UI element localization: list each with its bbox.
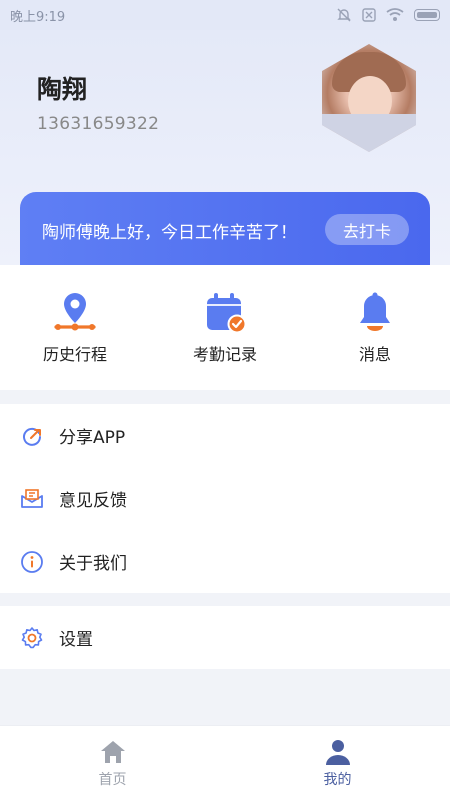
menu-item-label: 分享APP — [59, 428, 126, 448]
menu-item-settings[interactable]: 设置 — [0, 606, 450, 669]
avatar[interactable] — [322, 44, 416, 152]
user-name: 陶翔 — [37, 75, 88, 104]
home-icon — [100, 741, 125, 763]
checkin-button[interactable]: 去打卡 — [325, 214, 409, 245]
menu-group-settings: 设置 — [0, 606, 450, 669]
bottom-tab-bar: 首页 我的 — [0, 725, 450, 800]
quick-actions-panel: 历史行程 考勤记录 消息 — [0, 265, 450, 390]
quick-action-messages[interactable]: 消息 — [300, 265, 450, 390]
tab-label: 我的 — [323, 772, 352, 788]
tab-label: 首页 — [98, 772, 127, 788]
bell-icon — [360, 292, 390, 331]
battery-icon — [414, 9, 440, 21]
user-phone: 13631659322 — [37, 114, 160, 134]
tab-home[interactable]: 首页 — [0, 726, 225, 800]
quick-action-history-trip[interactable]: 历史行程 — [0, 265, 150, 390]
status-bar: 晚上9:19 — [0, 0, 450, 30]
status-icons — [336, 7, 440, 23]
menu-item-label: 关于我们 — [59, 554, 127, 574]
mail-feedback-icon — [21, 488, 43, 508]
quick-action-attendance[interactable]: 考勤记录 — [150, 265, 300, 390]
info-icon — [21, 550, 43, 573]
user-icon — [325, 740, 350, 765]
menu-item-about-us[interactable]: 关于我们 — [0, 530, 450, 593]
quick-action-label: 历史行程 — [42, 345, 107, 364]
checkin-banner: 陶师傅晚上好，今日工作辛苦了！ 去打卡 — [20, 192, 430, 266]
calendar-check-icon — [207, 293, 247, 334]
mute-bell-icon — [337, 8, 351, 22]
sim-off-icon — [362, 8, 376, 22]
menu-item-share-app[interactable]: 分享APP — [0, 404, 450, 467]
menu-group-main: 分享APP 意见反馈 关于我们 — [0, 404, 450, 593]
greeting-text: 陶师傅晚上好，今日工作辛苦了！ — [42, 223, 297, 243]
tab-mine[interactable]: 我的 — [225, 726, 450, 800]
quick-action-label: 消息 — [358, 345, 391, 364]
share-refresh-icon — [23, 427, 41, 446]
menu-item-label: 意见反馈 — [59, 491, 127, 511]
gear-icon — [21, 626, 43, 648]
menu-item-feedback[interactable]: 意见反馈 — [0, 467, 450, 530]
location-pin-route-icon — [54, 293, 96, 331]
wifi-icon — [386, 8, 404, 21]
menu-item-label: 设置 — [59, 630, 93, 650]
status-time: 晚上9:19 — [10, 9, 66, 25]
quick-action-label: 考勤记录 — [192, 345, 257, 364]
